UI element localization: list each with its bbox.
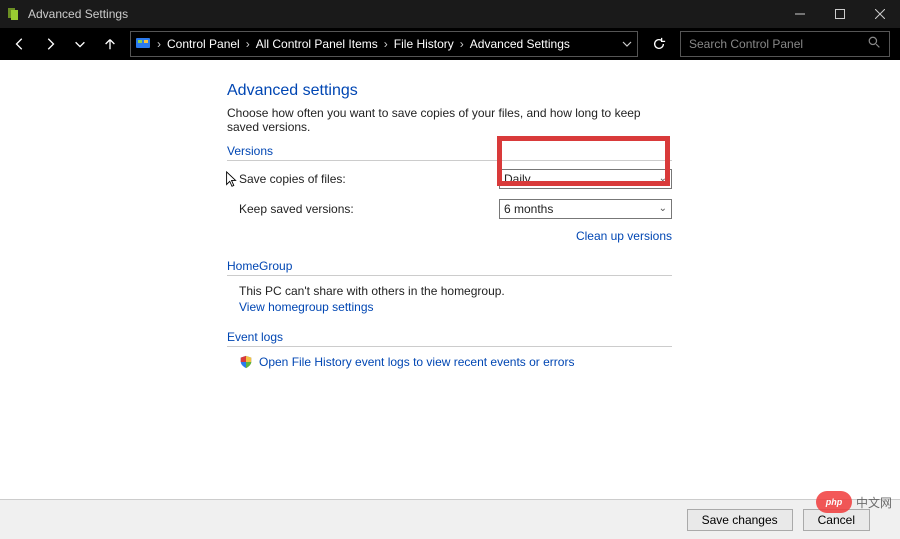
app-icon xyxy=(6,6,22,22)
save-copies-label: Save copies of files: xyxy=(239,172,499,186)
breadcrumb-sep-icon: › xyxy=(382,37,390,51)
recent-locations-button[interactable] xyxy=(66,30,94,58)
cleanup-versions-link[interactable]: Clean up versions xyxy=(576,229,672,243)
homegroup-settings-link[interactable]: View homegroup settings xyxy=(239,300,374,314)
section-header-eventlogs: Event logs xyxy=(227,330,672,347)
keep-versions-select[interactable]: 6 months ⌄ xyxy=(499,199,672,219)
eventlogs-link[interactable]: Open File History event logs to view rec… xyxy=(259,355,574,369)
versions-section: Versions Save copies of files: Daily ⌄ K… xyxy=(227,144,672,243)
save-copies-value: Daily xyxy=(504,172,531,186)
breadcrumb-sep-icon: › xyxy=(155,37,163,51)
maximize-button[interactable] xyxy=(820,0,860,28)
chevron-down-icon: ⌄ xyxy=(659,173,667,184)
homegroup-section: HomeGroup This PC can't share with other… xyxy=(227,259,672,314)
content-area: Advanced settings Choose how often you w… xyxy=(0,60,900,499)
breadcrumb-item[interactable]: Advanced Settings xyxy=(466,37,574,51)
keep-versions-row: Keep saved versions: 6 months ⌄ xyxy=(227,199,672,219)
breadcrumb-item[interactable]: All Control Panel Items xyxy=(252,37,382,51)
title-bar: Advanced Settings xyxy=(0,0,900,28)
cancel-button[interactable]: Cancel xyxy=(803,509,870,531)
breadcrumb-sep-icon: › xyxy=(244,37,252,51)
keep-versions-value: 6 months xyxy=(504,202,553,216)
page-title: Advanced settings xyxy=(227,82,672,100)
save-copies-row: Save copies of files: Daily ⌄ xyxy=(227,169,672,189)
control-panel-icon xyxy=(135,36,151,52)
window-title: Advanced Settings xyxy=(28,7,128,21)
minimize-button[interactable] xyxy=(780,0,820,28)
button-bar: Save changes Cancel xyxy=(0,499,900,539)
nav-bar: › Control Panel › All Control Panel Item… xyxy=(0,28,900,60)
refresh-button[interactable] xyxy=(644,31,674,57)
section-header-versions: Versions xyxy=(227,144,672,161)
search-input[interactable]: Search Control Panel xyxy=(680,31,890,57)
search-icon xyxy=(868,36,881,52)
save-button[interactable]: Save changes xyxy=(687,509,793,531)
eventlogs-section: Event logs Open File History event logs … xyxy=(227,330,672,369)
section-header-homegroup: HomeGroup xyxy=(227,259,672,276)
search-placeholder: Search Control Panel xyxy=(689,37,803,51)
shield-icon xyxy=(239,355,253,369)
breadcrumb-item[interactable]: Control Panel xyxy=(163,37,244,51)
save-copies-select[interactable]: Daily ⌄ xyxy=(499,169,672,189)
breadcrumb-item[interactable]: File History xyxy=(390,37,458,51)
page-description: Choose how often you want to save copies… xyxy=(227,106,672,134)
close-button[interactable] xyxy=(860,0,900,28)
back-button[interactable] xyxy=(6,30,34,58)
breadcrumb-sep-icon: › xyxy=(458,37,466,51)
chevron-down-icon: ⌄ xyxy=(659,203,667,214)
homegroup-text: This PC can't share with others in the h… xyxy=(227,284,672,298)
breadcrumb-dropdown-icon[interactable] xyxy=(617,39,637,49)
breadcrumb[interactable]: › Control Panel › All Control Panel Item… xyxy=(130,31,638,57)
up-button[interactable] xyxy=(96,30,124,58)
keep-versions-label: Keep saved versions: xyxy=(239,202,499,216)
forward-button[interactable] xyxy=(36,30,64,58)
